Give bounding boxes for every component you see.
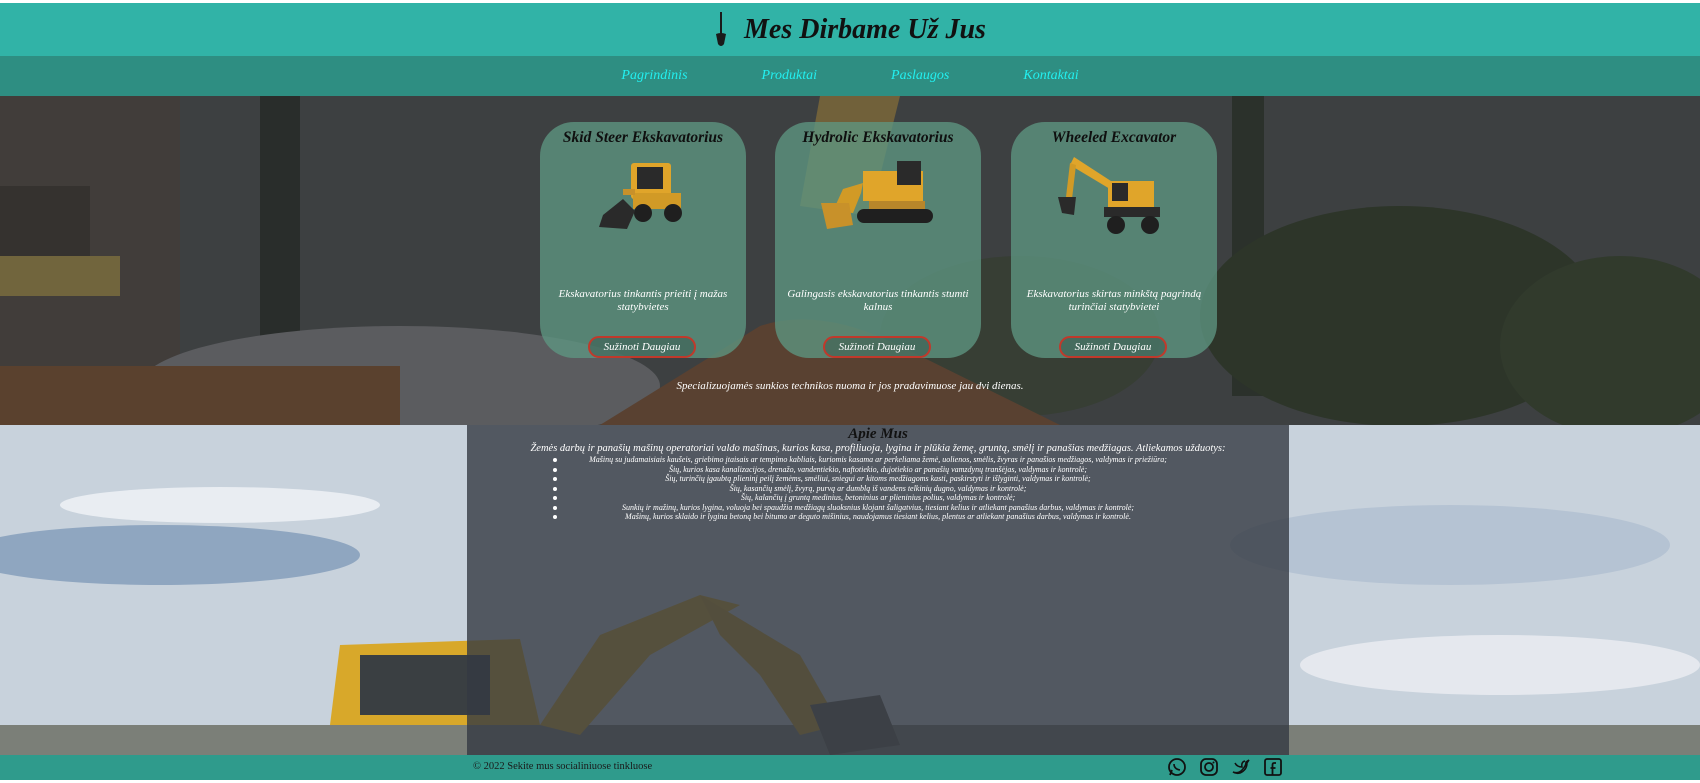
about-section: Apie Mus Žemės darbų ir panašių mašinų o… — [0, 425, 1700, 755]
site-footer: © 2022 Sekite mus socialiniuose tinkluos… — [0, 755, 1700, 780]
hero-caption: Specializuojamės sunkios technikos nuoma… — [676, 380, 1024, 392]
hero-section: Skid Steer Ekskavatorius Ekskavatorius t… — [0, 96, 1700, 425]
skid-steer-loader-image — [599, 163, 682, 229]
bullet-icon — [553, 467, 557, 472]
nav-link-kontaktai[interactable]: Kontaktai — [1023, 68, 1078, 84]
bullet-icon — [553, 505, 557, 510]
learn-more-button[interactable]: Sužinoti Daugiau — [823, 336, 931, 358]
about-intro: Žemės darbų ir panašių mašinų operatoria… — [530, 443, 1226, 454]
list-item: Mašinų, kurios sklaido ir lygina betoną … — [497, 512, 1259, 522]
bullet-icon — [553, 477, 557, 481]
about-task-list: Mašinų su judamaisiais kaušeis, griebimo… — [467, 455, 1289, 522]
site-header: Mes Dirbame Už Jus — [0, 3, 1700, 56]
twitter-icon[interactable] — [1231, 757, 1251, 777]
instagram-icon[interactable] — [1199, 757, 1219, 777]
nav-link-produktai[interactable]: Produktai — [762, 68, 817, 84]
list-item: Sunkių ir mažinų, kurios lygina, voluoja… — [497, 503, 1259, 513]
list-item: Mašinų su judamaisiais kaušeis, griebimo… — [497, 455, 1259, 465]
nav-link-paslaugos[interactable]: Paslaugos — [891, 68, 949, 84]
learn-more-button[interactable]: Sužinoti Daugiau — [1059, 336, 1167, 358]
about-title: Apie Mus — [848, 426, 908, 442]
facebook-icon[interactable] — [1263, 757, 1283, 777]
wheeled-excavator-image — [1058, 157, 1160, 234]
bullet-icon — [553, 458, 557, 462]
main-nav: Pagrindinis Produktai Paslaugos Kontakta… — [0, 56, 1700, 96]
card-title: Wheeled Excavator — [1051, 129, 1177, 146]
footer-copyright: © 2022 Sekite mus socialiniuose tinkluos… — [473, 761, 653, 772]
list-item: Šių, turinčių įgaubtą plieninį peilį žem… — [497, 474, 1259, 484]
site-title: Mes Dirbame Už Jus — [744, 13, 986, 45]
bullet-icon — [553, 486, 557, 491]
bullet-icon — [553, 496, 557, 500]
nav-link-pagrindinis[interactable]: Pagrindinis — [621, 68, 687, 84]
product-card-skid-steer: Skid Steer Ekskavatorius Ekskavatorius t… — [540, 122, 746, 358]
card-title: Hydrolic Ekskavatorius — [802, 129, 954, 146]
product-card-hydrolic: Hydrolic Ekskavatorius Galingasis ekskav… — [775, 122, 981, 358]
card-title: Skid Steer Ekskavatorius — [562, 129, 724, 146]
shovel-icon — [716, 11, 727, 46]
about-panel: Apie Mus Žemės darbų ir panašių mašinų o… — [467, 425, 1289, 755]
crawler-excavator-image — [821, 161, 933, 229]
whatsapp-icon[interactable] — [1167, 757, 1187, 777]
learn-more-button[interactable]: Sužinoti Daugiau — [588, 336, 696, 358]
card-description: Ekskavatorius skirtas minkštą pagrindą t… — [1026, 288, 1202, 313]
list-item: Šių, kalančių į gruntą medinius, betonin… — [497, 493, 1259, 503]
card-description: Ekskavatorius tinkantis prieiti į mažas … — [558, 288, 728, 313]
product-card-wheeled: Wheeled Excavator Ekskavatorius skirtas … — [1011, 122, 1217, 358]
bullet-icon — [553, 515, 557, 519]
list-item: Šių, kasančių smėlį, žvyrą, purvą ar dum… — [497, 484, 1259, 494]
card-description: Galingasis ekskavatorius tinkantis stumt… — [787, 288, 969, 313]
list-item: Šių, kurios kasa kanalizacijos, drenažo,… — [497, 465, 1259, 475]
